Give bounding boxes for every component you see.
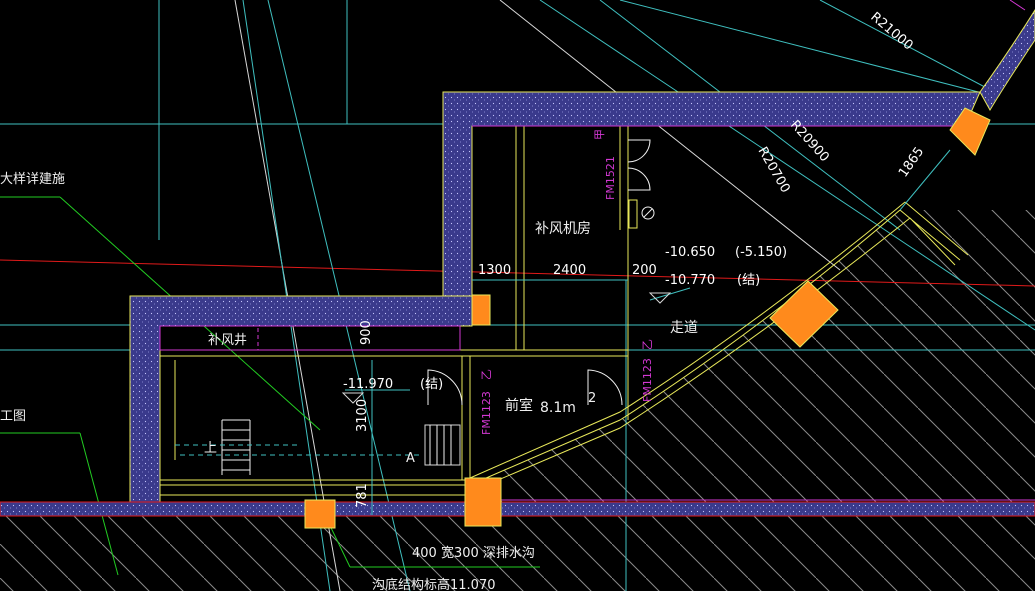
door-fm1521-swing bbox=[627, 139, 651, 163]
trench-bottom-label: 沟底结构标高11.070 bbox=[372, 577, 496, 591]
dim-781: 781 bbox=[355, 483, 370, 508]
elev-5150: (-5.150) bbox=[735, 245, 787, 260]
elev-struct-2: (结) bbox=[420, 377, 443, 392]
section-a-label: A bbox=[406, 451, 415, 466]
elev-10650: -10.650 bbox=[665, 245, 715, 260]
elev-struct-1: (结) bbox=[737, 273, 760, 288]
dim-1865: 1865 bbox=[896, 145, 927, 181]
supply-air-room-label: 补风机房 bbox=[535, 221, 591, 237]
curved-outer-wall bbox=[979, 9, 1035, 111]
corridor-label: 走道 bbox=[670, 320, 698, 336]
drain-label: 400 宽300 深排水沟 bbox=[412, 545, 535, 561]
column-bottom-left bbox=[304, 499, 336, 529]
door-fm1123-a-label: FM1123 bbox=[480, 391, 493, 435]
stair-up-label: 上 bbox=[204, 441, 217, 456]
anteroom-area-sup: 2 bbox=[588, 391, 596, 406]
construction-drawing-label: 工图 bbox=[0, 409, 26, 424]
door-fm1521-class: 甲 bbox=[593, 129, 606, 140]
dim-900: 900 bbox=[359, 320, 374, 345]
radius-21000: R21000 bbox=[867, 10, 915, 54]
dim-2400: 2400 bbox=[553, 263, 586, 278]
elev-11970: -11.970 bbox=[343, 377, 393, 392]
dim-200: 200 bbox=[632, 263, 657, 278]
radius-20700: R20700 bbox=[755, 145, 793, 196]
anteroom-label: 前室 bbox=[505, 397, 533, 414]
door-fm1123-a-class: 乙 bbox=[480, 369, 493, 380]
column-bottom-mid bbox=[464, 477, 502, 527]
door-fm1521-label: FM1521 bbox=[604, 156, 617, 200]
dim-3100: 3100 bbox=[355, 399, 370, 432]
detail-ref-label: 大样详建施 bbox=[0, 172, 65, 187]
column-upper bbox=[471, 294, 491, 326]
supply-air-shaft-label: 补风井 bbox=[208, 333, 247, 348]
door-fm1123-b-class: 乙 bbox=[641, 339, 654, 350]
dim-1300: 1300 bbox=[478, 263, 511, 278]
elev-10770: -10.770 bbox=[665, 273, 715, 288]
cad-drawing-canvas[interactable]: 大样详建施 工图 补风机房 补风井 走道 前室 8.1m 2 400 宽300 … bbox=[0, 0, 1035, 591]
bottom-wall bbox=[0, 501, 1035, 517]
door-fm1123-b-label: FM1123 bbox=[641, 358, 654, 402]
anteroom-area: 8.1m bbox=[540, 400, 576, 416]
left-wall bbox=[129, 295, 473, 503]
